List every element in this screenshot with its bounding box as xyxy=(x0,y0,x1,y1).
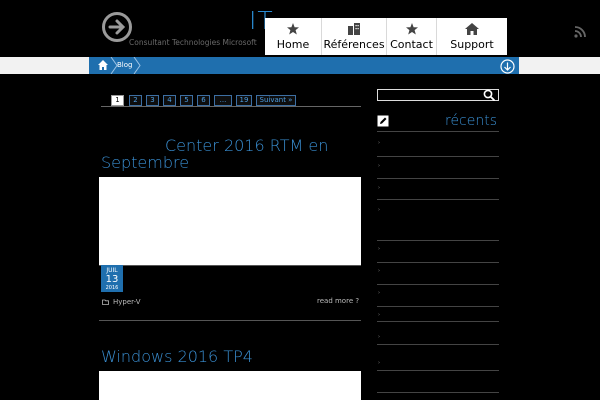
page-link[interactable]: 3 xyxy=(146,95,159,106)
post-title-continued[interactable]: Septembre xyxy=(101,154,189,172)
nav-label: Home xyxy=(276,38,310,51)
sidebar-divider xyxy=(377,370,499,371)
recent-post-link[interactable]: › xyxy=(378,185,380,191)
breadcrumb-current[interactable]: Blog xyxy=(117,61,132,69)
recent-posts-title: récents xyxy=(445,113,498,129)
sidebar-divider xyxy=(377,156,499,157)
category-link[interactable]: Hyper-V xyxy=(113,298,141,306)
recent-post-link[interactable]: › xyxy=(378,140,380,146)
read-more-link[interactable]: read more ? xyxy=(317,297,359,305)
home-icon[interactable] xyxy=(97,59,109,71)
folder-icon xyxy=(102,299,109,305)
page-link-current[interactable]: 1 xyxy=(111,95,124,106)
sidebar-divider xyxy=(377,240,499,241)
page-link[interactable]: 5 xyxy=(180,95,193,106)
page-link[interactable]: 2 xyxy=(129,95,142,106)
page-link[interactable]: 4 xyxy=(163,95,176,106)
sidebar-divider xyxy=(377,344,499,345)
chevron-right-icon xyxy=(133,57,141,74)
breadcrumb xyxy=(89,57,519,74)
recent-post-link[interactable]: › xyxy=(378,163,380,169)
sidebar-divider xyxy=(377,199,499,200)
nav-label: Support xyxy=(450,38,494,51)
sidebar-divider xyxy=(377,306,499,307)
next-page-link[interactable]: Suivant » xyxy=(256,95,296,106)
page-link[interactable]: 19 xyxy=(236,95,252,106)
sidebar-divider xyxy=(377,392,499,393)
search-input[interactable] xyxy=(377,89,499,101)
star-icon xyxy=(287,23,299,35)
nav-label: Références xyxy=(323,38,385,51)
buildings-icon xyxy=(348,23,360,35)
post-image[interactable] xyxy=(99,177,361,265)
recent-post-link[interactable]: › xyxy=(378,334,380,340)
pagination: 1 2 3 4 5 6 ... 19 Suivant » xyxy=(101,95,361,107)
recent-post-link[interactable]: › xyxy=(378,290,380,296)
recent-post-link[interactable]: › xyxy=(378,268,380,274)
post-title[interactable]: Center 2016 RTM en xyxy=(165,137,328,155)
nav-item-contact[interactable]: Contact xyxy=(387,18,437,55)
sidebar-divider xyxy=(377,262,499,263)
post-divider xyxy=(99,320,361,321)
edit-icon xyxy=(377,115,389,127)
page-link[interactable]: 6 xyxy=(197,95,210,106)
house-icon xyxy=(465,23,479,35)
date-badge: JUIL 13 2016 xyxy=(101,265,123,292)
sidebar-divider xyxy=(377,321,499,322)
nav-label: Contact xyxy=(390,38,433,51)
sidebar-divider xyxy=(377,284,499,285)
recent-post-link[interactable]: › xyxy=(378,207,380,213)
star-icon xyxy=(405,23,418,35)
date-year: 2016 xyxy=(105,285,119,291)
main-nav: Home Références Contact Support xyxy=(265,18,507,55)
page-ellipsis: ... xyxy=(214,95,232,106)
sidebar-divider xyxy=(377,131,499,132)
recent-post-link[interactable]: › xyxy=(378,312,380,318)
nav-item-references[interactable]: Références xyxy=(322,18,387,55)
nav-item-home[interactable]: Home xyxy=(265,18,322,55)
post-title[interactable]: Windows 2016 TP4 xyxy=(101,348,253,366)
recent-post-link[interactable]: › xyxy=(378,246,380,252)
nav-item-support[interactable]: Support xyxy=(437,18,507,55)
post-divider xyxy=(99,265,361,266)
recent-post-link[interactable]: › xyxy=(378,360,380,366)
date-month: JUIL xyxy=(106,267,118,274)
date-day: 13 xyxy=(105,274,119,285)
rss-icon[interactable] xyxy=(574,26,586,38)
site-tagline: Consultant Technologies Microsoft xyxy=(129,38,257,47)
arrow-down-circle-icon[interactable] xyxy=(500,59,515,74)
search-icon[interactable] xyxy=(483,89,495,101)
post-image[interactable] xyxy=(99,371,361,400)
sidebar-divider xyxy=(377,178,499,179)
